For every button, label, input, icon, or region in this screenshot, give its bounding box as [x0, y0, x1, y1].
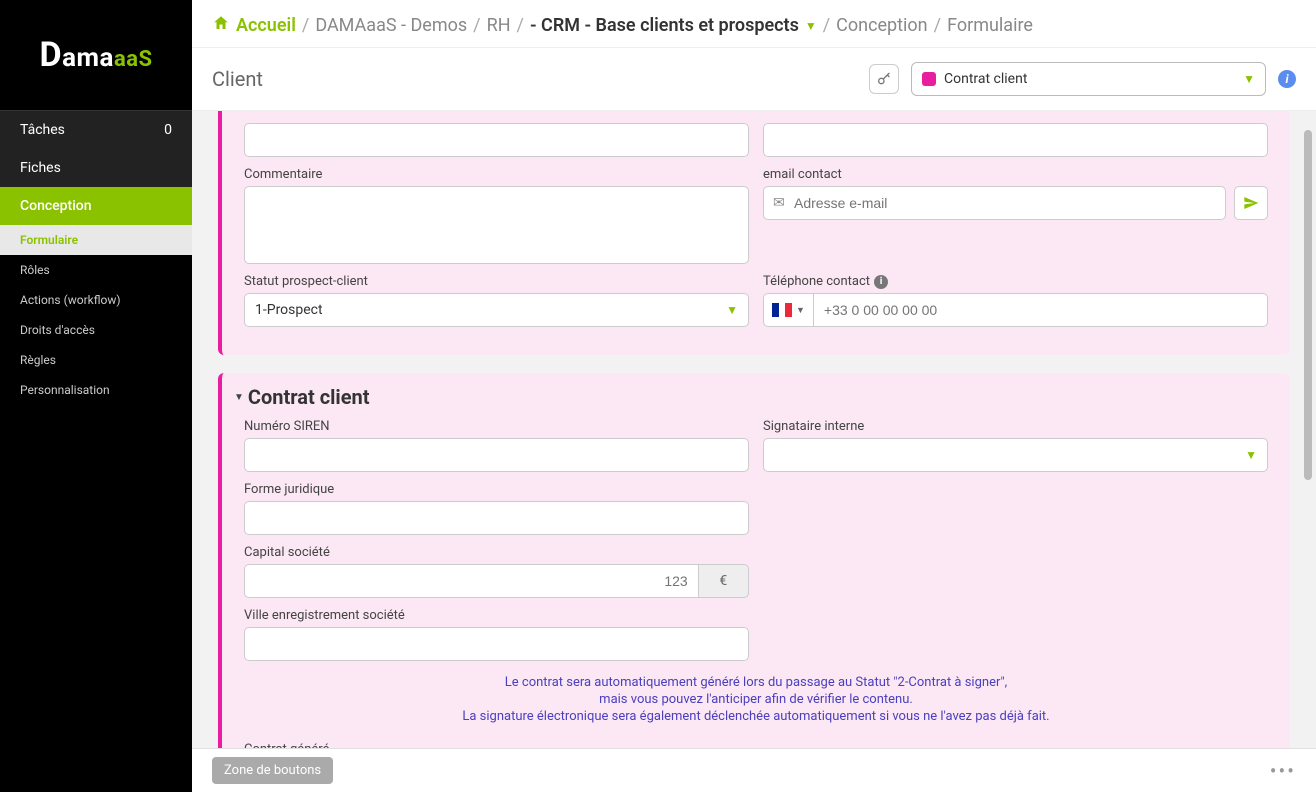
nav-conception[interactable]: Conception	[0, 187, 192, 225]
breadcrumb-rh[interactable]: RH	[487, 15, 511, 36]
button-zone-button[interactable]: Zone de boutons	[212, 757, 333, 784]
form-content: Commentaire email contact ✉	[192, 111, 1316, 792]
breadcrumb-home[interactable]: Accueil	[212, 14, 296, 37]
section-contrat-client: ▼ Contrat client Numéro SIREN Signataire…	[218, 373, 1290, 792]
info-icon[interactable]: i	[1278, 70, 1296, 88]
signataire-select[interactable]: ▼	[763, 438, 1268, 472]
chevron-down-icon: ▼	[805, 19, 817, 33]
toolbar: Client Contrat client ▼ i	[192, 48, 1316, 111]
euro-suffix: €	[699, 564, 749, 598]
ville-input[interactable]	[244, 627, 749, 661]
key-button[interactable]	[869, 64, 899, 94]
nav-fiches-label: Fiches	[20, 160, 61, 176]
subnav-formulaire[interactable]: Formulaire	[0, 225, 192, 255]
chevron-down-icon: ▼	[1243, 72, 1255, 86]
logo[interactable]: DDamaamaaaS	[0, 0, 192, 110]
field-other[interactable]	[763, 123, 1268, 157]
statut-label: Statut prospect-client	[244, 274, 749, 289]
collapse-icon: ▼	[234, 392, 244, 403]
commentaire-input[interactable]	[244, 186, 749, 264]
country-code-button[interactable]: ▼	[763, 293, 813, 327]
bottom-bar: Zone de boutons •••	[192, 748, 1316, 792]
siren-label: Numéro SIREN	[244, 419, 749, 434]
nav-fiches[interactable]: Fiches	[0, 149, 192, 187]
nav-conception-label: Conception	[20, 198, 92, 214]
main: Accueil / DAMAaaS - Demos / RH / - CRM -…	[192, 0, 1316, 792]
statut-select[interactable]: 1-Prospect ▼	[244, 293, 749, 327]
nav-taches[interactable]: Tâches 0	[0, 111, 192, 149]
info-icon[interactable]: i	[874, 275, 888, 289]
subnav-regles[interactable]: Règles	[0, 345, 192, 375]
section-title[interactable]: ▼ Contrat client	[234, 385, 1268, 409]
home-icon	[212, 14, 230, 37]
commentaire-label: Commentaire	[244, 167, 749, 182]
chevron-down-icon: ▼	[1245, 448, 1257, 462]
chevron-down-icon: ▼	[796, 305, 805, 316]
tag-swatch	[922, 72, 936, 86]
nav-taches-count: 0	[164, 122, 172, 138]
telephone-input[interactable]	[813, 293, 1268, 327]
sidebar: DDamaamaaaS Tâches 0 Fiches Conception F…	[0, 0, 192, 792]
breadcrumb-conception[interactable]: Conception	[836, 15, 927, 36]
nav-taches-label: Tâches	[20, 122, 65, 138]
signataire-label: Signataire interne	[763, 419, 1268, 434]
logo-suffix: aaS	[114, 47, 153, 72]
subnav-roles[interactable]: Rôles	[0, 255, 192, 285]
forme-input[interactable]	[244, 501, 749, 535]
breadcrumb-demos[interactable]: DAMAaaS - Demos	[315, 15, 467, 36]
field-name[interactable]	[244, 123, 749, 157]
envelope-icon: ✉	[773, 195, 785, 211]
chevron-down-icon: ▼	[726, 303, 738, 317]
contract-notice: Le contrat sera automatiquement généré l…	[244, 675, 1268, 726]
more-icon[interactable]: •••	[1270, 759, 1296, 783]
capital-label: Capital société	[244, 545, 749, 560]
subnav-actions[interactable]: Actions (workflow)	[0, 285, 192, 315]
email-input[interactable]	[763, 186, 1226, 220]
ville-label: Ville enregistrement société	[244, 608, 749, 623]
breadcrumb-formulaire[interactable]: Formulaire	[947, 15, 1033, 36]
section-selector-label: Contrat client	[944, 71, 1027, 87]
forme-label: Forme juridique	[244, 482, 749, 497]
email-label: email contact	[763, 167, 1268, 182]
flag-fr-icon	[772, 303, 792, 317]
breadcrumb-crm-dropdown[interactable]: - CRM - Base clients et prospects ▼	[530, 15, 817, 36]
telephone-label: Téléphone contact i	[763, 274, 1268, 289]
section-selector[interactable]: Contrat client ▼	[911, 62, 1266, 96]
subnav-perso[interactable]: Personnalisation	[0, 375, 192, 405]
scrollbar[interactable]	[1304, 130, 1312, 480]
section-prospect: Commentaire email contact ✉	[218, 111, 1290, 355]
send-email-button[interactable]	[1234, 186, 1268, 220]
subnav-droits[interactable]: Droits d'accès	[0, 315, 192, 345]
breadcrumb: Accueil / DAMAaaS - Demos / RH / - CRM -…	[192, 0, 1316, 48]
siren-input[interactable]	[244, 438, 749, 472]
capital-input[interactable]	[244, 564, 699, 598]
statut-value: 1-Prospect	[255, 302, 323, 318]
page-title: Client	[212, 67, 263, 91]
